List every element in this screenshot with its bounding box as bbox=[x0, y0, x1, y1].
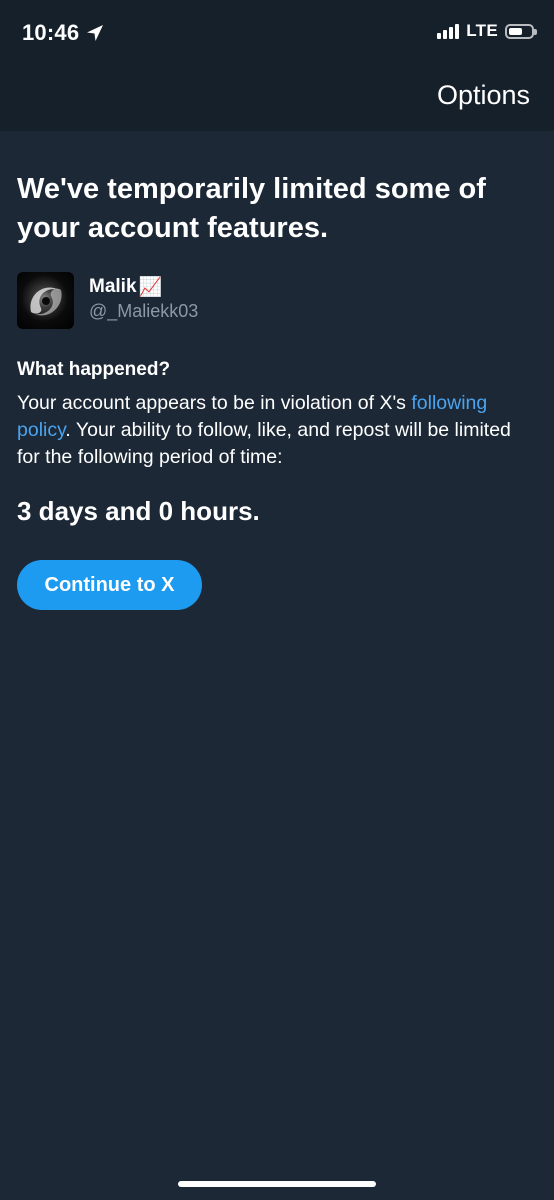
what-happened-heading: What happened? bbox=[17, 359, 171, 380]
avatar bbox=[17, 272, 74, 329]
chart-increasing-emoji: 📈 bbox=[138, 277, 163, 298]
user-handle: @_Maliekk03 bbox=[89, 301, 199, 321]
status-time-label: 10:46 bbox=[22, 20, 80, 45]
status-time: 10:46 bbox=[22, 20, 105, 46]
violation-description: Your account appears to be in violation … bbox=[17, 390, 537, 471]
status-indicators: LTE bbox=[437, 21, 537, 41]
user-display-name: Malik 📈 bbox=[89, 275, 162, 299]
restriction-duration: 3 days and 0 hours. bbox=[17, 496, 260, 526]
top-bar: 10:46 LTE Options bbox=[0, 0, 554, 131]
cellular-signal-icon bbox=[437, 23, 460, 39]
battery-icon bbox=[505, 23, 537, 39]
location-arrow-icon bbox=[87, 25, 104, 41]
page-title: We've temporarily limited some of your a… bbox=[17, 173, 486, 244]
network-type: LTE bbox=[466, 21, 498, 40]
description-text-after: . Your ability to follow, like, and repo… bbox=[17, 419, 511, 468]
continue-button[interactable]: Continue to X bbox=[17, 560, 202, 610]
user-name-text: Malik bbox=[89, 276, 137, 297]
description-text-before: Your account appears to be in violation … bbox=[17, 392, 412, 414]
home-indicator[interactable] bbox=[178, 1181, 376, 1187]
options-button[interactable]: Options bbox=[437, 80, 530, 111]
